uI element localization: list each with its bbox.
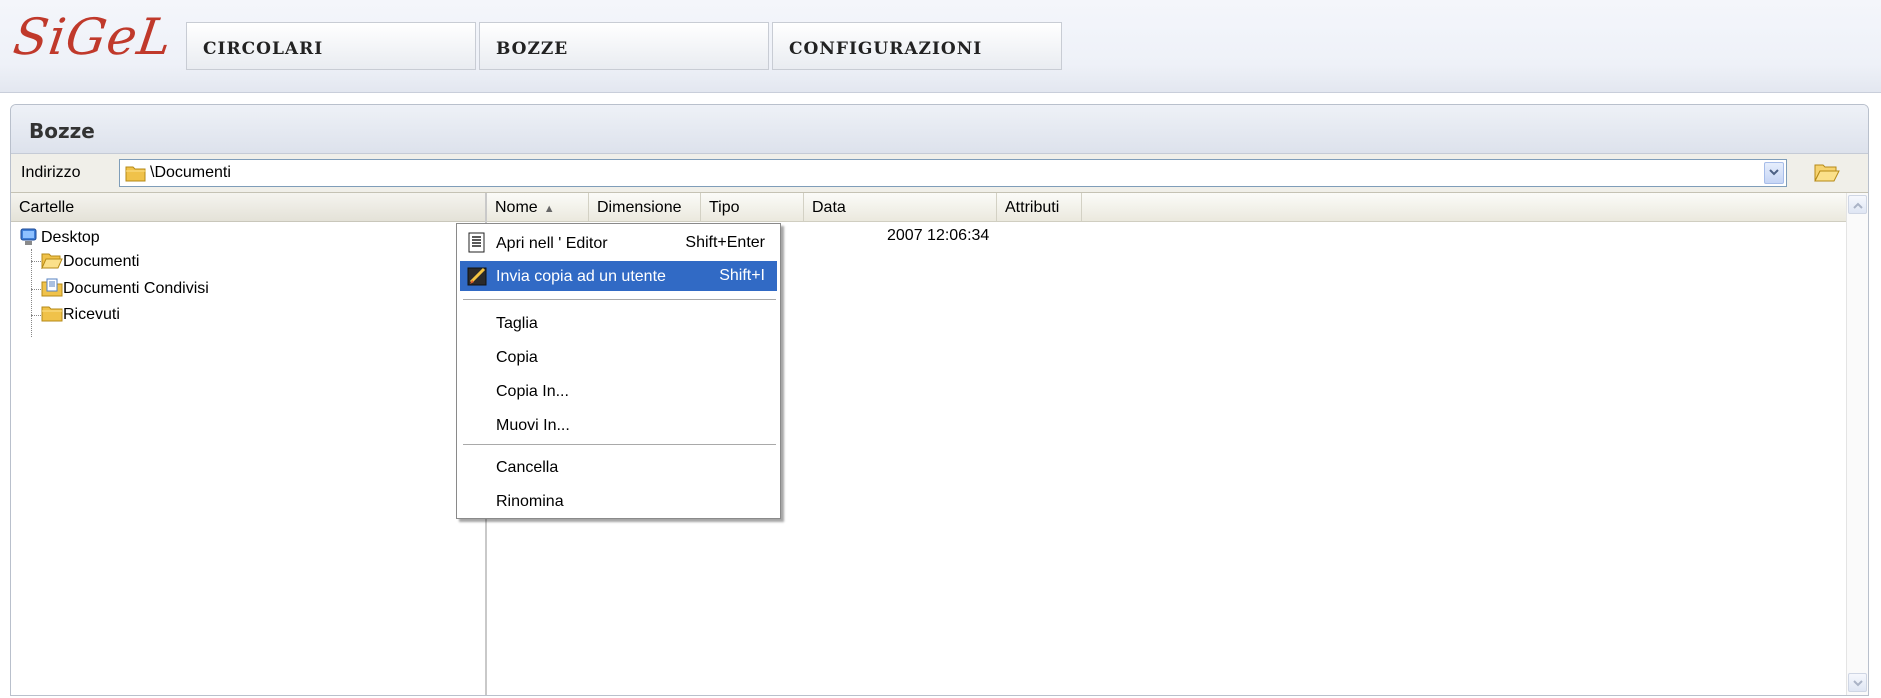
folder-icon	[41, 306, 63, 322]
nav-configurazioni-label: CONFIGURAZIONI	[789, 39, 983, 59]
column-tipo[interactable]: Tipo	[701, 193, 804, 221]
nav-configurazioni-button[interactable]: CONFIGURAZIONI	[772, 22, 1062, 70]
address-label: Indirizzo	[21, 164, 81, 181]
scroll-up-button[interactable]	[1848, 195, 1867, 214]
menu-item-label: Invia copia ad un utente	[496, 268, 666, 285]
sort-ascending-icon: ▲	[543, 203, 555, 215]
tree-connector	[31, 261, 41, 262]
edit-document-icon	[467, 267, 487, 286]
nav-circolari-label: CIRCOLARI	[203, 39, 324, 59]
folder-open-icon	[41, 253, 63, 269]
tree-connector	[31, 315, 41, 316]
column-dimensione[interactable]: Dimensione	[589, 193, 701, 221]
context-menu: Apri nell ' Editor Shift+Enter Invia cop…	[456, 223, 781, 519]
address-input[interactable]: \Documenti	[119, 159, 1787, 187]
vertical-scrollbar[interactable]	[1846, 193, 1868, 695]
address-dropdown-button[interactable]	[1764, 162, 1784, 184]
menu-item-label: Muovi In...	[496, 417, 570, 434]
scroll-down-button[interactable]	[1848, 673, 1867, 692]
menu-separator	[463, 299, 776, 301]
menu-item-rename[interactable]: Rinomina	[460, 486, 777, 516]
menu-item-copy[interactable]: Copia	[460, 342, 777, 372]
panel-title: Bozze	[29, 119, 95, 143]
chevron-down-icon	[1769, 169, 1779, 176]
top-navigation-bar: SiGeL CIRCOLARI BOZZE CONFIGURAZIONI	[0, 0, 1881, 93]
menu-item-label: Rinomina	[496, 493, 564, 510]
menu-item-label: Apri nell ' Editor	[496, 235, 608, 252]
column-attributi[interactable]: Attributi	[997, 193, 1082, 221]
tree-item-label: Ricevuti	[63, 306, 120, 323]
menu-item-label: Copia In...	[496, 383, 569, 400]
menu-item-label: Copia	[496, 349, 538, 366]
tree-item-label: Documenti Condivisi	[63, 280, 209, 297]
menu-item-shortcut: Shift+I	[719, 267, 765, 284]
app-logo: SiGeL	[9, 8, 177, 66]
open-folder-icon	[1814, 164, 1840, 182]
tree-item-label: Desktop	[41, 229, 100, 246]
file-date: 2007 12:06:34	[887, 227, 990, 244]
shared-folder-icon	[41, 278, 63, 297]
column-label: Data	[812, 199, 846, 216]
column-nome[interactable]: Nome ▲	[487, 193, 589, 221]
document-icon	[468, 232, 485, 253]
nav-circolari-button[interactable]: CIRCOLARI	[186, 22, 476, 70]
column-label: Dimensione	[597, 199, 682, 216]
chevron-up-icon	[1853, 202, 1863, 209]
menu-item-label: Cancella	[496, 459, 559, 476]
address-bar: Indirizzo \Documenti	[11, 154, 1868, 193]
menu-item-shortcut: Shift+Enter	[685, 234, 765, 251]
menu-item-copy-to[interactable]: Copia In...	[460, 376, 777, 406]
menu-separator	[463, 444, 776, 446]
open-folder-button[interactable]	[1813, 160, 1841, 186]
menu-item-cut[interactable]: Taglia	[460, 308, 777, 338]
tree-header: Cartelle	[11, 193, 485, 222]
panel-header: Bozze	[11, 105, 1868, 154]
column-label: Tipo	[709, 199, 740, 216]
list-header: Nome ▲ Dimensione Tipo Data Attributi	[487, 193, 1847, 222]
column-label: Nome	[495, 199, 538, 216]
tree-item-label: Documenti	[63, 253, 140, 270]
tree-connector	[31, 249, 32, 337]
nav-bozze-button[interactable]: BOZZE	[479, 22, 769, 70]
column-data[interactable]: Data	[804, 193, 997, 221]
address-value: \Documenti	[150, 164, 231, 181]
tree-header-label: Cartelle	[19, 199, 75, 216]
desktop-icon	[20, 228, 37, 245]
menu-item-open-in-editor[interactable]: Apri nell ' Editor Shift+Enter	[460, 228, 777, 258]
bozze-panel: Bozze Indirizzo \Documenti Cartelle Desk…	[10, 104, 1869, 696]
menu-item-delete[interactable]: Cancella	[460, 452, 777, 482]
chevron-down-icon	[1853, 680, 1863, 687]
column-label: Attributi	[1005, 199, 1060, 216]
menu-item-label: Taglia	[496, 315, 538, 332]
menu-item-send-copy[interactable]: Invia copia ad un utente Shift+I	[460, 261, 777, 291]
menu-item-move-to[interactable]: Muovi In...	[460, 410, 777, 440]
nav-bozze-label: BOZZE	[496, 39, 569, 59]
folder-tree: Cartelle Desktop Documenti Documenti Con…	[11, 193, 487, 695]
folder-icon	[125, 166, 146, 182]
tree-connector	[31, 289, 41, 290]
